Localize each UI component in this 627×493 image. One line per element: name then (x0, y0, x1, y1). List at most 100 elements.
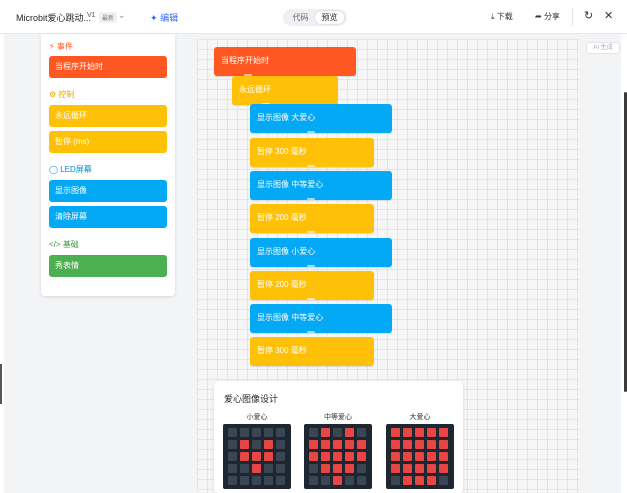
block-text: 暂停 200 毫秒 (257, 213, 307, 222)
led-pixel-off (333, 428, 342, 437)
grid-label-medium: 中等爱心 (324, 414, 352, 421)
grid-label-small: 小爱心 (246, 414, 268, 421)
share-label: 分享 (543, 12, 560, 21)
led-pixel-on (439, 428, 448, 437)
toolbox-block-clear-screen[interactable]: 清除屏幕 (49, 206, 167, 228)
chevron-down-icon[interactable]: ⌄ (118, 10, 126, 21)
led-pixel-on (333, 476, 342, 485)
edit-button[interactable]: ✦ 编辑 (150, 11, 178, 24)
led-pixel-on (240, 452, 249, 461)
project-title[interactable]: Microbit爱心跳动... (16, 11, 91, 24)
led-pixel-off (439, 476, 448, 485)
led-pixel-off (240, 464, 249, 473)
block-text: 永远循环 (239, 85, 271, 94)
tab-preview[interactable]: 预览 (315, 11, 344, 24)
led-pixel-on (357, 452, 366, 461)
download-label: 下载 (496, 12, 513, 21)
led-pixel-off (240, 476, 249, 485)
led-pixel-off (252, 476, 261, 485)
led-pixel-off (276, 428, 285, 437)
led-pixel-on (415, 476, 424, 485)
led-pixel-off (252, 440, 261, 449)
card-title: 爱心图像设计 (224, 394, 279, 404)
heart-design-card: 爱心图像设计 小爱心 中等爱心 大爱心 (214, 381, 463, 493)
led-pixel-on (321, 464, 330, 473)
block-text: 显示图像 大爱心 (257, 113, 316, 122)
block-pause[interactable]: 暂停 200 毫秒 (250, 204, 374, 233)
toolbox-block-show-emoji[interactable]: 秀表情 (49, 255, 167, 277)
block-on-start[interactable]: 当程序开始时 (214, 47, 356, 76)
category-label: 基础 (62, 240, 79, 249)
edit-label: 编辑 (160, 13, 179, 23)
led-pixel-off (228, 452, 237, 461)
led-pixel-on (309, 440, 318, 449)
download-icon: ⤓ (491, 12, 495, 21)
code-icon: </> (49, 240, 61, 249)
led-pixel-off (309, 476, 318, 485)
grid-label-large: 大爱心 (409, 414, 431, 421)
led-pixel-on (403, 452, 412, 461)
block-text: 暂停 300 毫秒 (257, 147, 307, 156)
download-button[interactable]: ⤓ 下载 (491, 11, 513, 22)
block-pause[interactable]: 暂停 300 毫秒 (250, 138, 374, 167)
divider (572, 8, 573, 26)
block-show-icon[interactable]: 显示图像 大爱心 (250, 104, 392, 133)
toolbox-block-pause[interactable]: 暂停 (ms) (49, 131, 167, 153)
led-pixel-off (228, 428, 237, 437)
block-show-icon[interactable]: 显示图像 中等爱心 (250, 304, 392, 333)
led-pixel-off (228, 440, 237, 449)
block-pause[interactable]: 暂停 200 毫秒 (250, 271, 374, 300)
led-pixel-on (321, 452, 330, 461)
block-show-icon[interactable]: 显示图像 中等爱心 (250, 171, 392, 200)
lightning-icon: ⚡︎ (49, 42, 55, 51)
ai-generate-button[interactable]: AI 生成 (586, 42, 620, 54)
block-notch (307, 231, 315, 233)
category-basic[interactable]: </> 基础 (49, 239, 79, 250)
tab-code[interactable]: 代码 (286, 11, 315, 24)
led-matrix-small (223, 424, 291, 489)
toolbox-block-on-start[interactable]: 当程序开始时 (49, 56, 167, 78)
history-icon[interactable]: ↻ (584, 9, 593, 22)
close-icon[interactable]: ✕ (604, 9, 613, 22)
led-pixel-off (321, 476, 330, 485)
category-led[interactable]: ◯ LED屏幕 (49, 164, 92, 175)
left-edge (0, 34, 4, 493)
share-button[interactable]: ➦ 分享 (535, 11, 560, 22)
led-pixel-on (357, 440, 366, 449)
block-pause[interactable]: 暂停 300 毫秒 (250, 337, 374, 366)
led-pixel-off (309, 464, 318, 473)
led-pixel-on (309, 452, 318, 461)
led-pixel-on (427, 428, 436, 437)
led-pixel-on (403, 440, 412, 449)
led-matrix-medium (304, 424, 372, 489)
edge-handle[interactable] (0, 364, 2, 404)
led-pixel-on (415, 440, 424, 449)
led-pixel-on (391, 440, 400, 449)
toolbox-block-forever[interactable]: 永远循环 (49, 105, 167, 127)
led-pixel-on (252, 464, 261, 473)
led-pixel-on (427, 464, 436, 473)
share-icon: ➦ (535, 12, 542, 21)
led-pixel-on (403, 476, 412, 485)
block-forever[interactable]: 永远循环 (232, 76, 338, 105)
led-pixel-on (439, 440, 448, 449)
led-pixel-on (345, 440, 354, 449)
block-text: 显示图像 中等爱心 (257, 180, 324, 189)
toolbox-block-show-icon[interactable]: 显示图像 (49, 180, 167, 202)
led-pixel-on (403, 464, 412, 473)
led-pixel-on (264, 452, 273, 461)
led-pixel-on (333, 440, 342, 449)
led-pixel-off (264, 464, 273, 473)
led-matrix-large (386, 424, 454, 489)
led-pixel-on (345, 464, 354, 473)
sparkle-icon: ✦ (150, 13, 158, 23)
block-notch (307, 265, 315, 267)
led-pixel-on (415, 464, 424, 473)
category-control[interactable]: ⚙ 控制 (49, 89, 74, 100)
led-pixel-on (391, 428, 400, 437)
led-pixel-on (240, 440, 249, 449)
led-pixel-on (439, 452, 448, 461)
block-show-icon[interactable]: 显示图像 小爱心 (250, 238, 392, 267)
led-pixel-on (415, 452, 424, 461)
category-events[interactable]: ⚡︎ 事件 (49, 41, 73, 52)
